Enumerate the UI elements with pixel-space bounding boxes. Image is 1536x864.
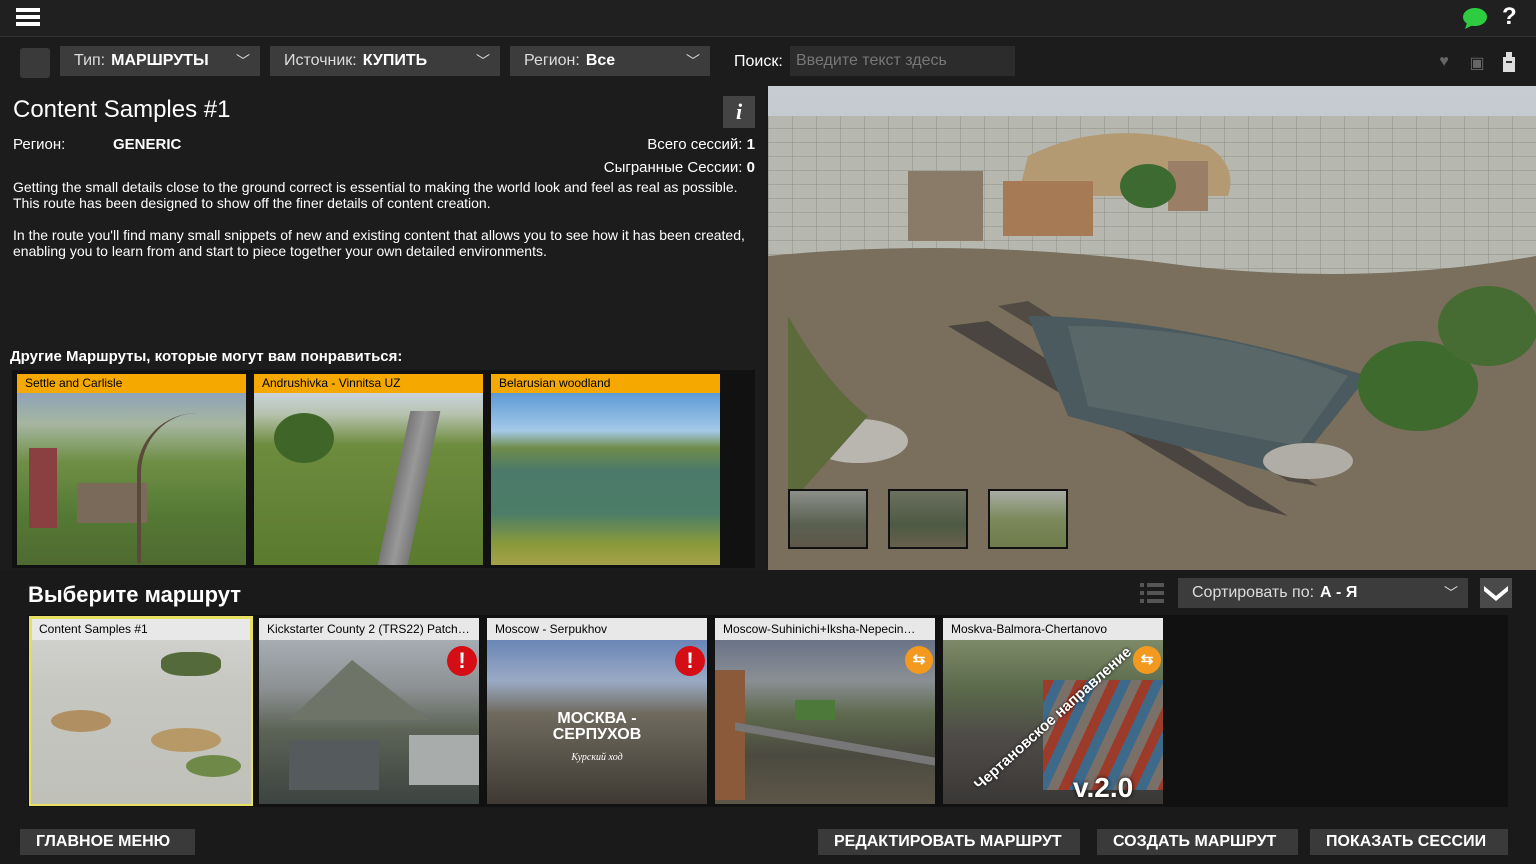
choose-route-title: Выберите маршрут [28,582,242,607]
route-card-label: Moscow - Serpukhov [487,618,707,640]
source-value: КУПИТЬ [362,52,428,69]
route-card-label: Content Samples #1 [31,618,251,640]
favorite-icon[interactable]: ♥ [1434,53,1454,73]
route-card-image [31,640,251,804]
sort-value: А - Я [1320,584,1358,601]
sessions-total-value: 1 [746,136,755,153]
link-icon: ⇆ [905,646,933,674]
other-routes-title: Другие Маршруты, которые могут вам понра… [10,348,403,365]
list-view-icon[interactable] [1140,582,1164,604]
route-card-label: Moscow-Suhinichi+Iksha-Nepecin… [715,618,935,640]
preview-thumbnail[interactable] [888,489,968,549]
other-route-label: Andrushivka - Vinnitsa UZ [254,374,483,393]
top-bar [0,0,1536,37]
route-description: Getting the small details close to the g… [13,179,745,259]
region-label: Регион: [13,136,66,153]
source-label: Источник: [284,52,357,69]
other-route-card[interactable]: Andrushivka - Vinnitsa UZ [254,374,483,565]
warning-icon: ! [675,646,705,676]
edit-route-button[interactable]: РЕДАКТИРОВАТЬ МАРШРУТ [818,829,1080,855]
source-dropdown[interactable]: Источник: КУПИТЬ ﹀ [270,46,500,76]
chat-bubble-icon[interactable] [1462,7,1488,29]
chevron-down-icon: ﹀ [686,53,700,69]
search-input[interactable] [790,46,1015,76]
info-button[interactable]: i [723,96,755,128]
warning-icon: ! [447,646,477,676]
preview-thumbnail[interactable] [788,489,868,549]
filter-toggle-button[interactable] [20,48,50,78]
other-route-image [491,393,720,565]
preview-thumbnail[interactable] [988,489,1068,549]
sort-label: Сортировать по: [1192,584,1315,601]
sessions-total: Всего сессий: 1 [647,136,755,153]
type-dropdown[interactable]: Тип: МАРШРУТЫ ﹀ [60,46,260,76]
route-overlay-title-2: СЕРПУХОВ [552,726,642,743]
search-label: Поиск: [734,53,783,70]
chevron-down-icon: ﹀ [1444,585,1458,601]
collapse-chevron-icon[interactable] [1480,578,1512,608]
link-icon: ⇆ [1133,646,1161,674]
route-overlay-subtitle: Курский ход [571,752,623,763]
chevron-down-icon: ﹀ [476,53,490,69]
installed-icon[interactable] [1500,51,1518,73]
route-card-image: ! [259,640,479,804]
route-card[interactable]: Moskva-Balmora-Chertanovo Чертановское н… [943,618,1163,804]
route-card[interactable]: Kickstarter County 2 (TRS22) Patch… ! [259,618,479,804]
type-value: МАРШРУТЫ [111,52,209,69]
route-card-image: МОСКВА - СЕРПУХОВ Курский ход ! [487,640,707,804]
route-card[interactable]: Moscow - Serpukhov МОСКВА - СЕРПУХОВ Кур… [487,618,707,804]
sessions-played-label: Сыгранные Сессии: [603,159,743,176]
chevron-down-icon: ﹀ [236,53,250,69]
other-route-card[interactable]: Settle and Carlisle [17,374,246,565]
filter-row: Тип: МАРШРУТЫ ﹀ Источник: КУПИТЬ ﹀ Регион:… [0,38,1536,86]
route-card[interactable]: Moscow-Suhinichi+Iksha-Nepecin… ⇆ [715,618,935,804]
other-route-image [254,393,483,565]
region-filter-label: Регион: [524,52,580,69]
train-icon[interactable]: ▣ [1467,53,1487,73]
sessions-total-label: Всего сессий: [647,136,743,153]
sort-dropdown[interactable]: Сортировать по: А - Я ﹀ [1178,578,1468,608]
sessions-played: Сыгранные Сессии: 0 [604,159,755,176]
route-preview-image [768,86,1536,570]
create-route-button[interactable]: СОЗДАТЬ МАРШРУТ [1097,829,1298,855]
hamburger-menu-icon[interactable] [16,8,40,28]
route-card-image: ⇆ [715,640,935,804]
type-label: Тип: [74,52,106,69]
route-card-label: Kickstarter County 2 (TRS22) Patch… [259,618,479,640]
other-route-label: Belarusian woodland [491,374,720,393]
show-sessions-button[interactable]: ПОКАЗАТЬ СЕССИИ [1310,829,1508,855]
route-title: Content Samples #1 [13,96,231,123]
sessions-played-value: 0 [746,159,755,176]
route-card[interactable]: Content Samples #1 [29,616,253,806]
region-dropdown[interactable]: Регион: Все ﹀ [510,46,710,76]
route-overlay-version: v.2.0 [1073,772,1134,803]
route-card-image: Чертановское направление v.2.0 ⇆ [943,640,1163,804]
help-icon[interactable]: ? [1502,3,1517,31]
other-route-card[interactable]: Belarusian woodland [491,374,720,565]
main-menu-button[interactable]: ГЛАВНОЕ МЕНЮ [20,829,195,855]
region-filter-value: Все [585,52,616,69]
other-route-label: Settle and Carlisle [17,374,246,393]
region-value: GENERIC [113,136,182,153]
other-route-image [17,393,246,565]
